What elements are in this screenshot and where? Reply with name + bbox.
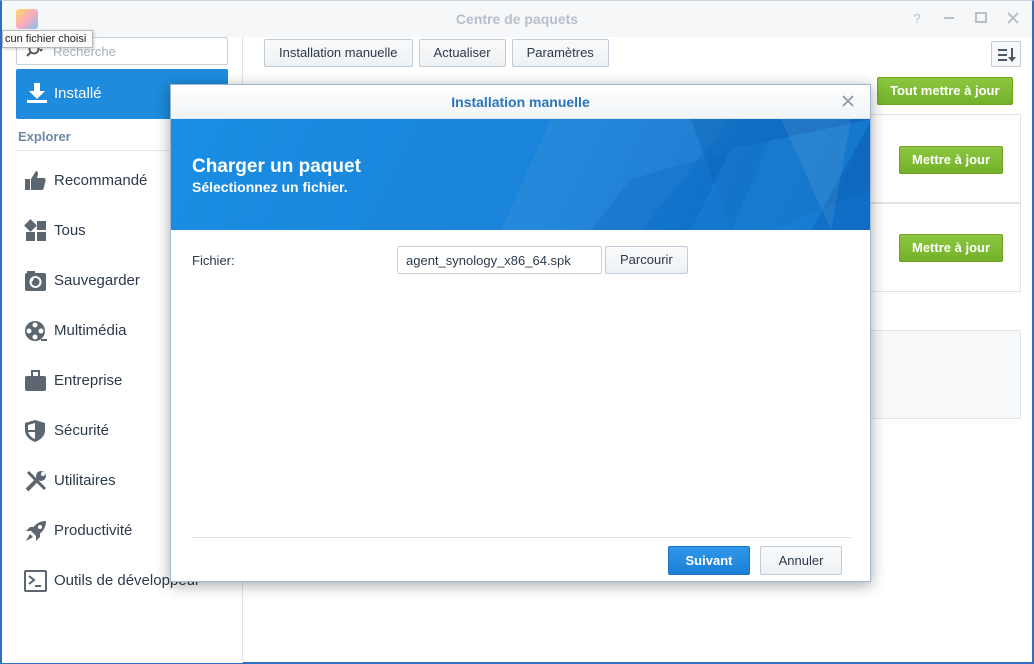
file-label: Fichier: xyxy=(192,253,235,268)
download-icon xyxy=(26,82,48,104)
window-controls: ? xyxy=(910,10,1020,26)
package-card: Mettre à jour xyxy=(862,114,1021,203)
terminal-icon xyxy=(24,569,48,593)
file-tooltip: cun fichier choisi xyxy=(2,30,94,48)
divider xyxy=(192,537,851,538)
sidebar-item-label: Multimédia xyxy=(54,322,127,339)
settings-button[interactable]: Paramètres xyxy=(511,39,609,67)
sidebar-item-label: Sauvegarder xyxy=(54,272,140,289)
briefcase-icon xyxy=(24,369,48,393)
sort-icon xyxy=(998,48,1016,62)
update-all-button[interactable]: Tout mettre à jour xyxy=(877,77,1013,105)
help-icon[interactable]: ? xyxy=(910,10,924,26)
thumbs-up-icon xyxy=(24,169,48,193)
dialog-titlebar: Installation manuelle xyxy=(171,85,870,119)
grid-icon xyxy=(24,219,48,243)
sidebar-item-label: Utilitaires xyxy=(54,472,116,489)
package-center-window: Centre de paquets ? Recherche Installé E… xyxy=(0,0,1034,664)
dialog-banner: Charger un paquet Sélectionnez un fichie… xyxy=(171,119,870,230)
banner-title: Charger un paquet xyxy=(192,156,361,177)
sidebar-item-label: Productivité xyxy=(54,522,133,539)
film-reel-icon xyxy=(24,319,48,343)
next-button[interactable]: Suivant xyxy=(668,546,750,575)
sidebar-item-label: Entreprise xyxy=(54,372,123,389)
close-icon[interactable] xyxy=(1006,10,1020,26)
shield-icon xyxy=(24,419,48,443)
banner-subtitle: Sélectionnez un fichier. xyxy=(192,179,348,195)
sidebar-item-label: Sécurité xyxy=(54,422,110,439)
sort-button[interactable] xyxy=(991,41,1021,67)
refresh-button[interactable]: Actualiser xyxy=(418,39,506,67)
update-package-button[interactable]: Mettre à jour xyxy=(899,234,1004,262)
dialog-title: Installation manuelle xyxy=(451,94,590,110)
cancel-button[interactable]: Annuler xyxy=(760,546,842,575)
manual-install-dialog: Installation manuelle Charger un paquet … xyxy=(170,84,871,582)
update-package-button[interactable]: Mettre à jour xyxy=(899,146,1004,174)
manual-install-button[interactable]: Installation manuelle xyxy=(264,39,413,67)
pin-icon[interactable] xyxy=(942,10,956,26)
sidebar-item-label: Tous xyxy=(54,222,86,239)
file-path-input[interactable] xyxy=(397,246,602,274)
rocket-icon xyxy=(24,519,48,543)
window-titlebar: Centre de paquets ? xyxy=(2,1,1032,37)
maximize-icon[interactable] xyxy=(974,10,988,26)
tools-icon xyxy=(24,469,48,493)
main-toolbar: Installation manuelle Actualiser Paramèt… xyxy=(264,39,609,67)
package-card: Mettre à jour xyxy=(862,203,1021,292)
browse-button[interactable]: Parcourir xyxy=(605,246,688,274)
section-label-explore: Explorer xyxy=(18,129,71,144)
sidebar-item-label: Recommandé xyxy=(54,172,148,189)
svg-text:?: ? xyxy=(913,11,920,26)
window-title: Centre de paquets xyxy=(455,11,579,27)
package-card xyxy=(862,330,1021,419)
close-icon[interactable] xyxy=(840,93,856,109)
sidebar-item-label: Installé xyxy=(54,85,102,102)
backup-icon xyxy=(24,269,48,293)
